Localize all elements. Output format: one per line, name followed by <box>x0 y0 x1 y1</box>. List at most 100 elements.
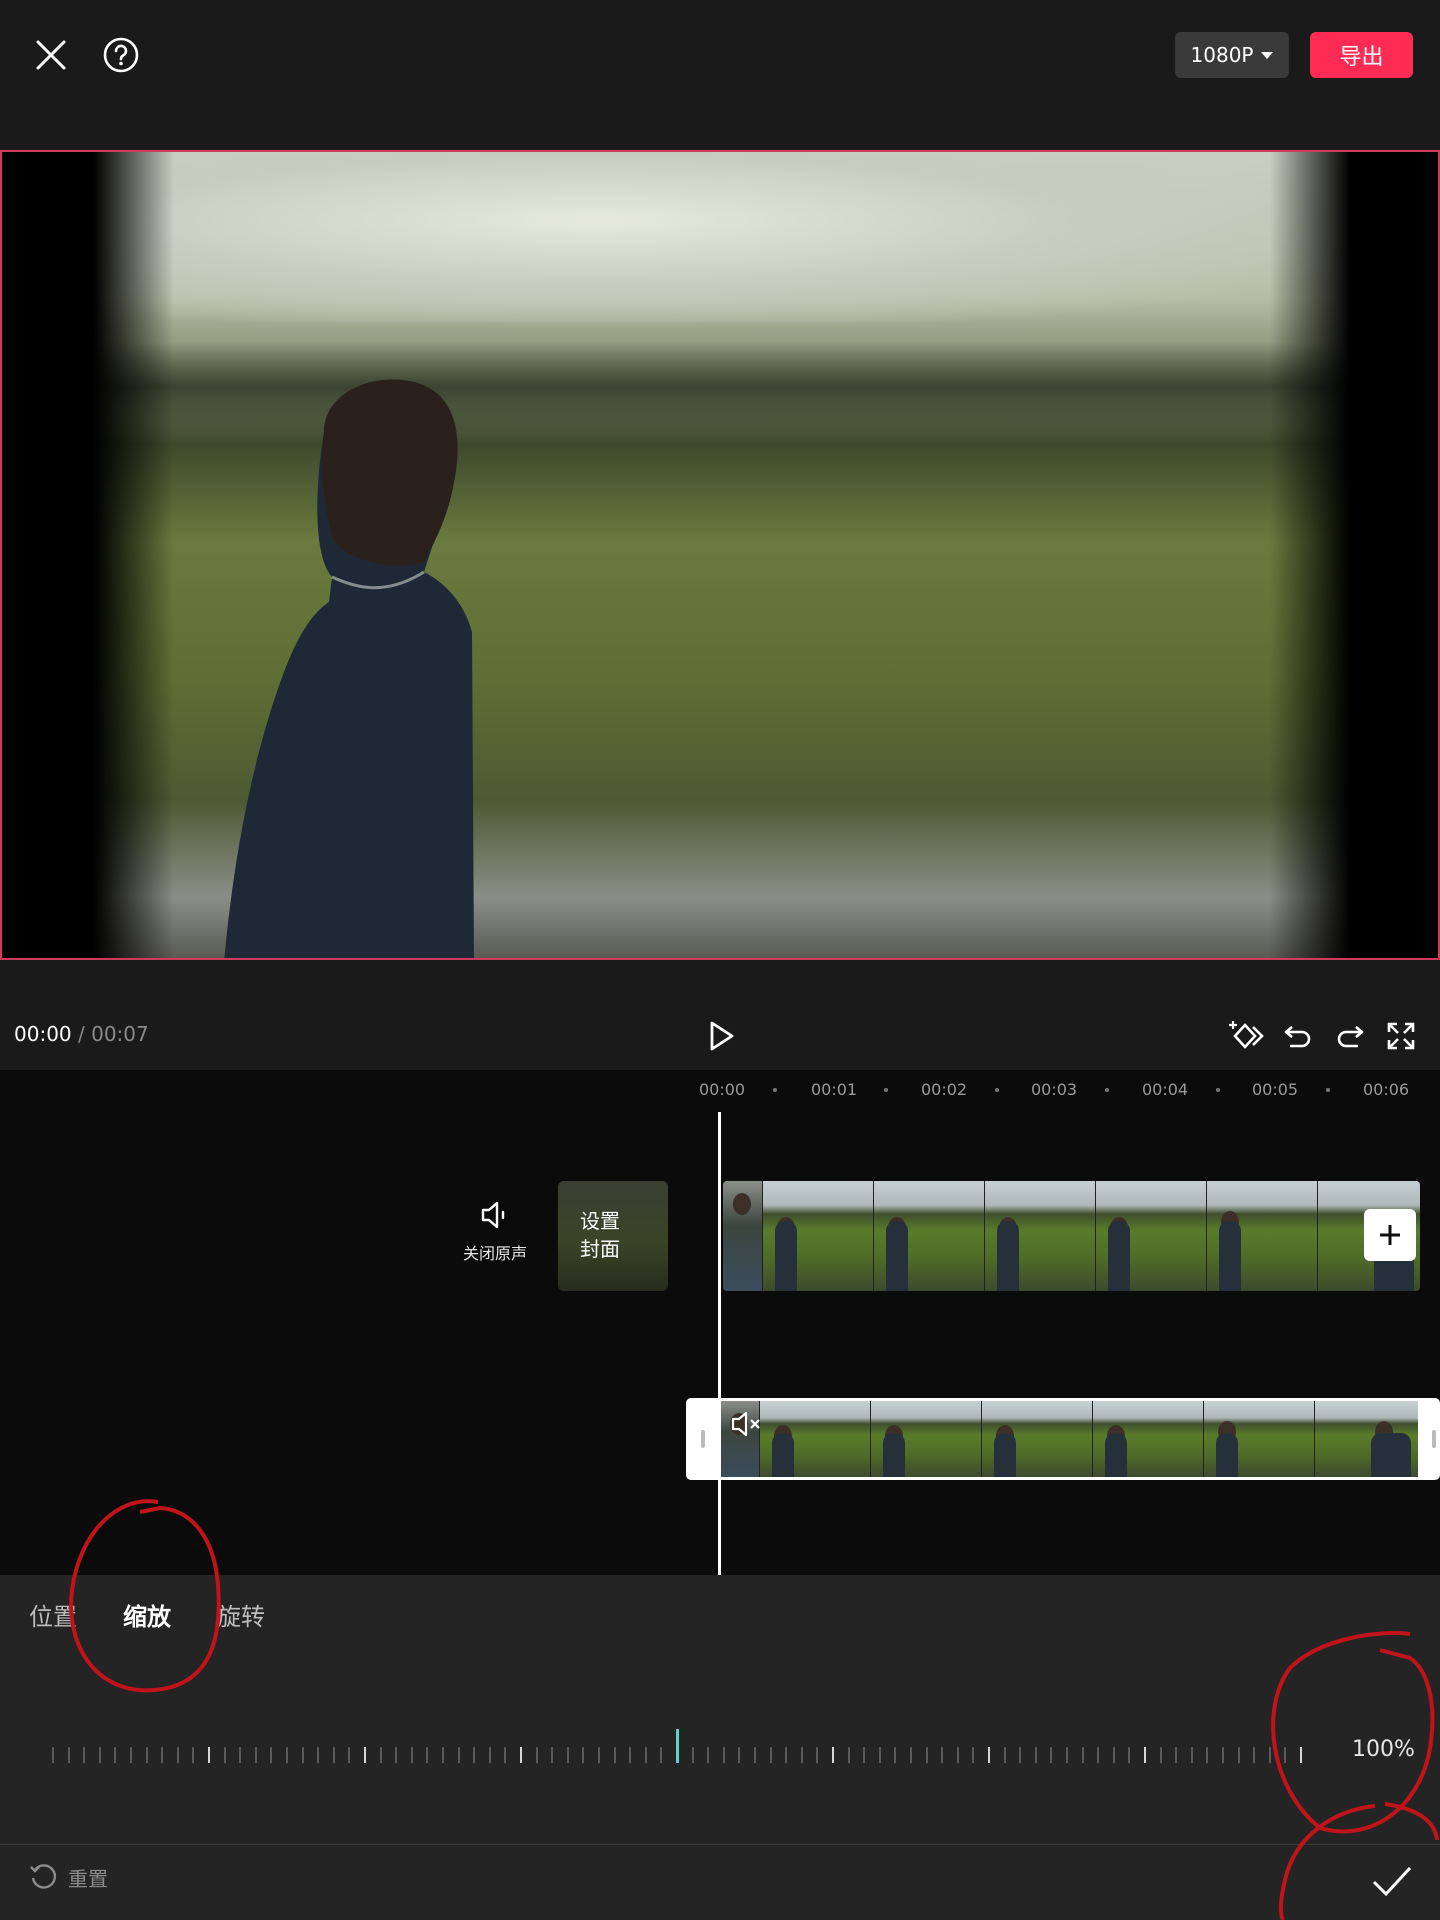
add-clip-button[interactable] <box>1364 1209 1416 1261</box>
slider-tick <box>1284 1747 1287 1763</box>
slider-tick <box>488 1747 491 1763</box>
redo-icon[interactable] <box>1330 1016 1370 1056</box>
slider-tick <box>457 1747 460 1763</box>
person-silhouette <box>224 379 474 958</box>
clip-frame <box>985 1181 1096 1291</box>
slider-tick <box>1190 1747 1193 1763</box>
slider-tick <box>925 1747 928 1763</box>
cover-label: 设置 <box>580 1209 620 1233</box>
slider-tick <box>442 1747 444 1763</box>
tab-rotate[interactable]: 旋转 <box>217 1597 265 1632</box>
slider-tick <box>894 1747 897 1763</box>
slider-tick <box>941 1747 944 1763</box>
slider-tick <box>114 1747 117 1763</box>
slider-tick <box>1066 1747 1068 1763</box>
current-time: 00:00 <box>14 1022 72 1046</box>
clip-frame <box>723 1181 763 1291</box>
slider-thumb[interactable] <box>676 1729 679 1763</box>
ruler-label: 00:00 <box>699 1080 746 1099</box>
slider-tick <box>270 1747 273 1763</box>
clip-frame <box>1207 1181 1318 1291</box>
undo-icon[interactable] <box>1278 1016 1318 1056</box>
slider-tick <box>301 1747 304 1763</box>
slider-tick <box>520 1747 522 1763</box>
slider-tick <box>52 1747 54 1763</box>
slider-tick <box>223 1747 226 1763</box>
play-icon[interactable] <box>700 1015 742 1057</box>
slider-tick <box>161 1747 164 1763</box>
slider-tick <box>1222 1747 1224 1763</box>
video-preview[interactable] <box>0 150 1440 960</box>
slider-tick <box>1253 1747 1256 1763</box>
slider-tick <box>254 1747 257 1763</box>
slider-tick <box>816 1747 819 1763</box>
reset-icon <box>30 1864 57 1889</box>
clip-frame <box>874 1181 985 1291</box>
selected-clip-frames <box>720 1401 1418 1477</box>
ruler-label: 00:05 <box>1252 1080 1299 1099</box>
slider-tick <box>707 1747 710 1763</box>
slider-tick <box>832 1747 834 1763</box>
export-button[interactable]: 导出 <box>1310 32 1413 78</box>
ruler-label: 00:03 <box>1031 1080 1078 1099</box>
reset-label: 重置 <box>68 1866 108 1891</box>
slider-tick <box>988 1747 990 1763</box>
trim-handle-left[interactable] <box>701 1430 705 1448</box>
slider-tick <box>1003 1747 1006 1763</box>
mute-icon <box>731 1411 760 1437</box>
slider-tick <box>535 1747 538 1763</box>
slider-tick <box>566 1747 569 1763</box>
slider-tick <box>956 1747 959 1763</box>
slider-tick <box>1050 1747 1053 1763</box>
clip-frame <box>982 1401 1093 1477</box>
slider-tick <box>98 1747 101 1763</box>
trim-handle-right[interactable] <box>1432 1430 1436 1448</box>
slider-tick <box>1237 1747 1240 1763</box>
slider-tick <box>878 1747 881 1763</box>
mute-label: 关闭原声 <box>462 1244 527 1263</box>
playhead[interactable] <box>718 1112 721 1575</box>
slider-tick <box>364 1747 366 1763</box>
total-time: 00:07 <box>91 1022 149 1046</box>
resolution-dropdown[interactable]: 1080P <box>1175 32 1289 78</box>
slider-tick <box>1175 1747 1178 1763</box>
slider-tick <box>67 1747 70 1763</box>
clip-frame <box>763 1181 874 1291</box>
slider-tick <box>785 1747 788 1763</box>
slider-tick <box>582 1747 585 1763</box>
time-separator: / <box>78 1022 85 1046</box>
slider-tick <box>1081 1747 1084 1763</box>
clip-frame <box>1093 1401 1204 1477</box>
fullscreen-icon[interactable] <box>1381 1016 1421 1056</box>
set-cover-button[interactable]: 设置 封面 <box>558 1181 668 1291</box>
slider-tick <box>800 1747 803 1763</box>
ruler-label: 00:04 <box>1142 1080 1189 1099</box>
cover-label: 封面 <box>580 1237 620 1261</box>
mute-original-audio-button[interactable]: 关闭原声 <box>455 1200 535 1264</box>
tab-scale[interactable]: 缩放 <box>123 1597 171 1632</box>
slider-tick <box>1034 1747 1037 1763</box>
slider-tick <box>644 1747 647 1763</box>
slider-tick <box>722 1747 725 1763</box>
check-icon[interactable] <box>1370 1862 1414 1902</box>
reset-button[interactable]: 重置 <box>28 1862 108 1892</box>
slider-tick <box>551 1747 554 1763</box>
slider-tick <box>1128 1747 1131 1763</box>
slider-tick <box>1112 1747 1115 1763</box>
slider-tick <box>972 1747 975 1763</box>
slider-tick <box>332 1747 335 1763</box>
help-icon[interactable] <box>100 34 142 76</box>
clip-frame <box>1096 1181 1207 1291</box>
tab-position[interactable]: 位置 <box>29 1597 77 1632</box>
slider-tick <box>691 1747 694 1763</box>
video-clip-track[interactable] <box>723 1181 1420 1291</box>
scale-slider[interactable] <box>40 1725 1302 1785</box>
keyframe-icon[interactable] <box>1226 1016 1266 1056</box>
slider-tick <box>192 1747 195 1763</box>
slider-tick <box>317 1747 320 1763</box>
close-icon[interactable] <box>30 34 72 76</box>
slider-tick <box>83 1747 86 1763</box>
slider-tick <box>754 1747 756 1763</box>
slider-tick <box>660 1747 663 1763</box>
slider-tick <box>863 1747 866 1763</box>
